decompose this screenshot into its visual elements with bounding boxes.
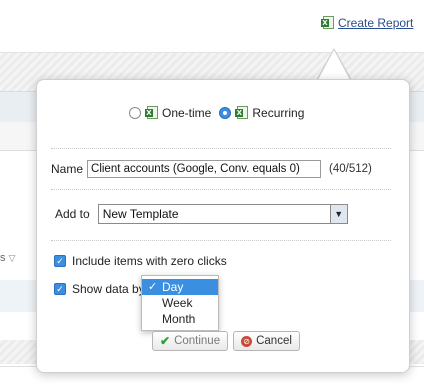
show-data-by-label: Show data by (72, 282, 145, 296)
show-data-by-checkbox[interactable]: ✓ (54, 283, 66, 295)
show-data-by-row: ✓ Show data by (54, 282, 145, 296)
one-time-label: One-time (162, 106, 212, 120)
recurring-excel-icon: X (235, 106, 249, 120)
add-to-label: Add to (55, 207, 90, 221)
excel-icon: X (321, 16, 334, 30)
create-report-label[interactable]: Create Report (338, 16, 413, 30)
dropdown-option-day[interactable]: ✓ Day (142, 279, 218, 295)
check-icon: ✓ (148, 281, 158, 293)
one-time-radio[interactable] (129, 107, 141, 119)
add-to-value: New Template (102, 207, 179, 221)
add-to-select[interactable]: New Template ▼ (97, 204, 348, 224)
name-row: Name (40/512) (51, 160, 372, 178)
separator (51, 240, 391, 241)
continue-button[interactable]: ✔ Continue (152, 331, 229, 351)
name-char-counter: (40/512) (329, 163, 372, 175)
name-label: Name (51, 162, 84, 176)
create-report-link[interactable]: X Create Report (321, 16, 413, 30)
top-bar: X Create Report (0, 0, 424, 53)
recurring-label: Recurring (252, 106, 305, 120)
separator (51, 189, 391, 190)
include-zero-clicks-checkbox[interactable]: ✓ (54, 255, 66, 267)
chevron-down-icon[interactable]: ▼ (329, 205, 347, 223)
cancel-button[interactable]: ⊘ Cancel (233, 331, 300, 351)
cancel-icon: ⊘ (241, 335, 253, 347)
include-zero-clicks-label: Include items with zero clicks (72, 254, 227, 268)
show-data-by-dropdown[interactable]: ✓ Day Week Month (141, 275, 219, 331)
recurring-radio[interactable] (219, 107, 232, 119)
create-report-popup: X One-time X Recurring Name (40/512) Add… (36, 79, 410, 373)
checkmark-icon: ✔ (160, 334, 171, 348)
report-type-selector: X One-time X Recurring (129, 106, 308, 120)
action-buttons: ✔ Continue ⊘ Cancel (152, 331, 300, 351)
dropdown-option-month[interactable]: Month (142, 311, 218, 327)
add-to-row: Add to New Template ▼ (55, 204, 348, 224)
include-zero-clicks-row: ✓ Include items with zero clicks (54, 254, 227, 268)
separator (51, 148, 391, 149)
column-label[interactable]: s ▽ (0, 252, 15, 264)
dropdown-option-week[interactable]: Week (142, 295, 218, 311)
report-name-input[interactable] (87, 160, 322, 178)
filter-icon[interactable]: ▽ (9, 253, 16, 263)
excel-icon: X (145, 106, 158, 120)
